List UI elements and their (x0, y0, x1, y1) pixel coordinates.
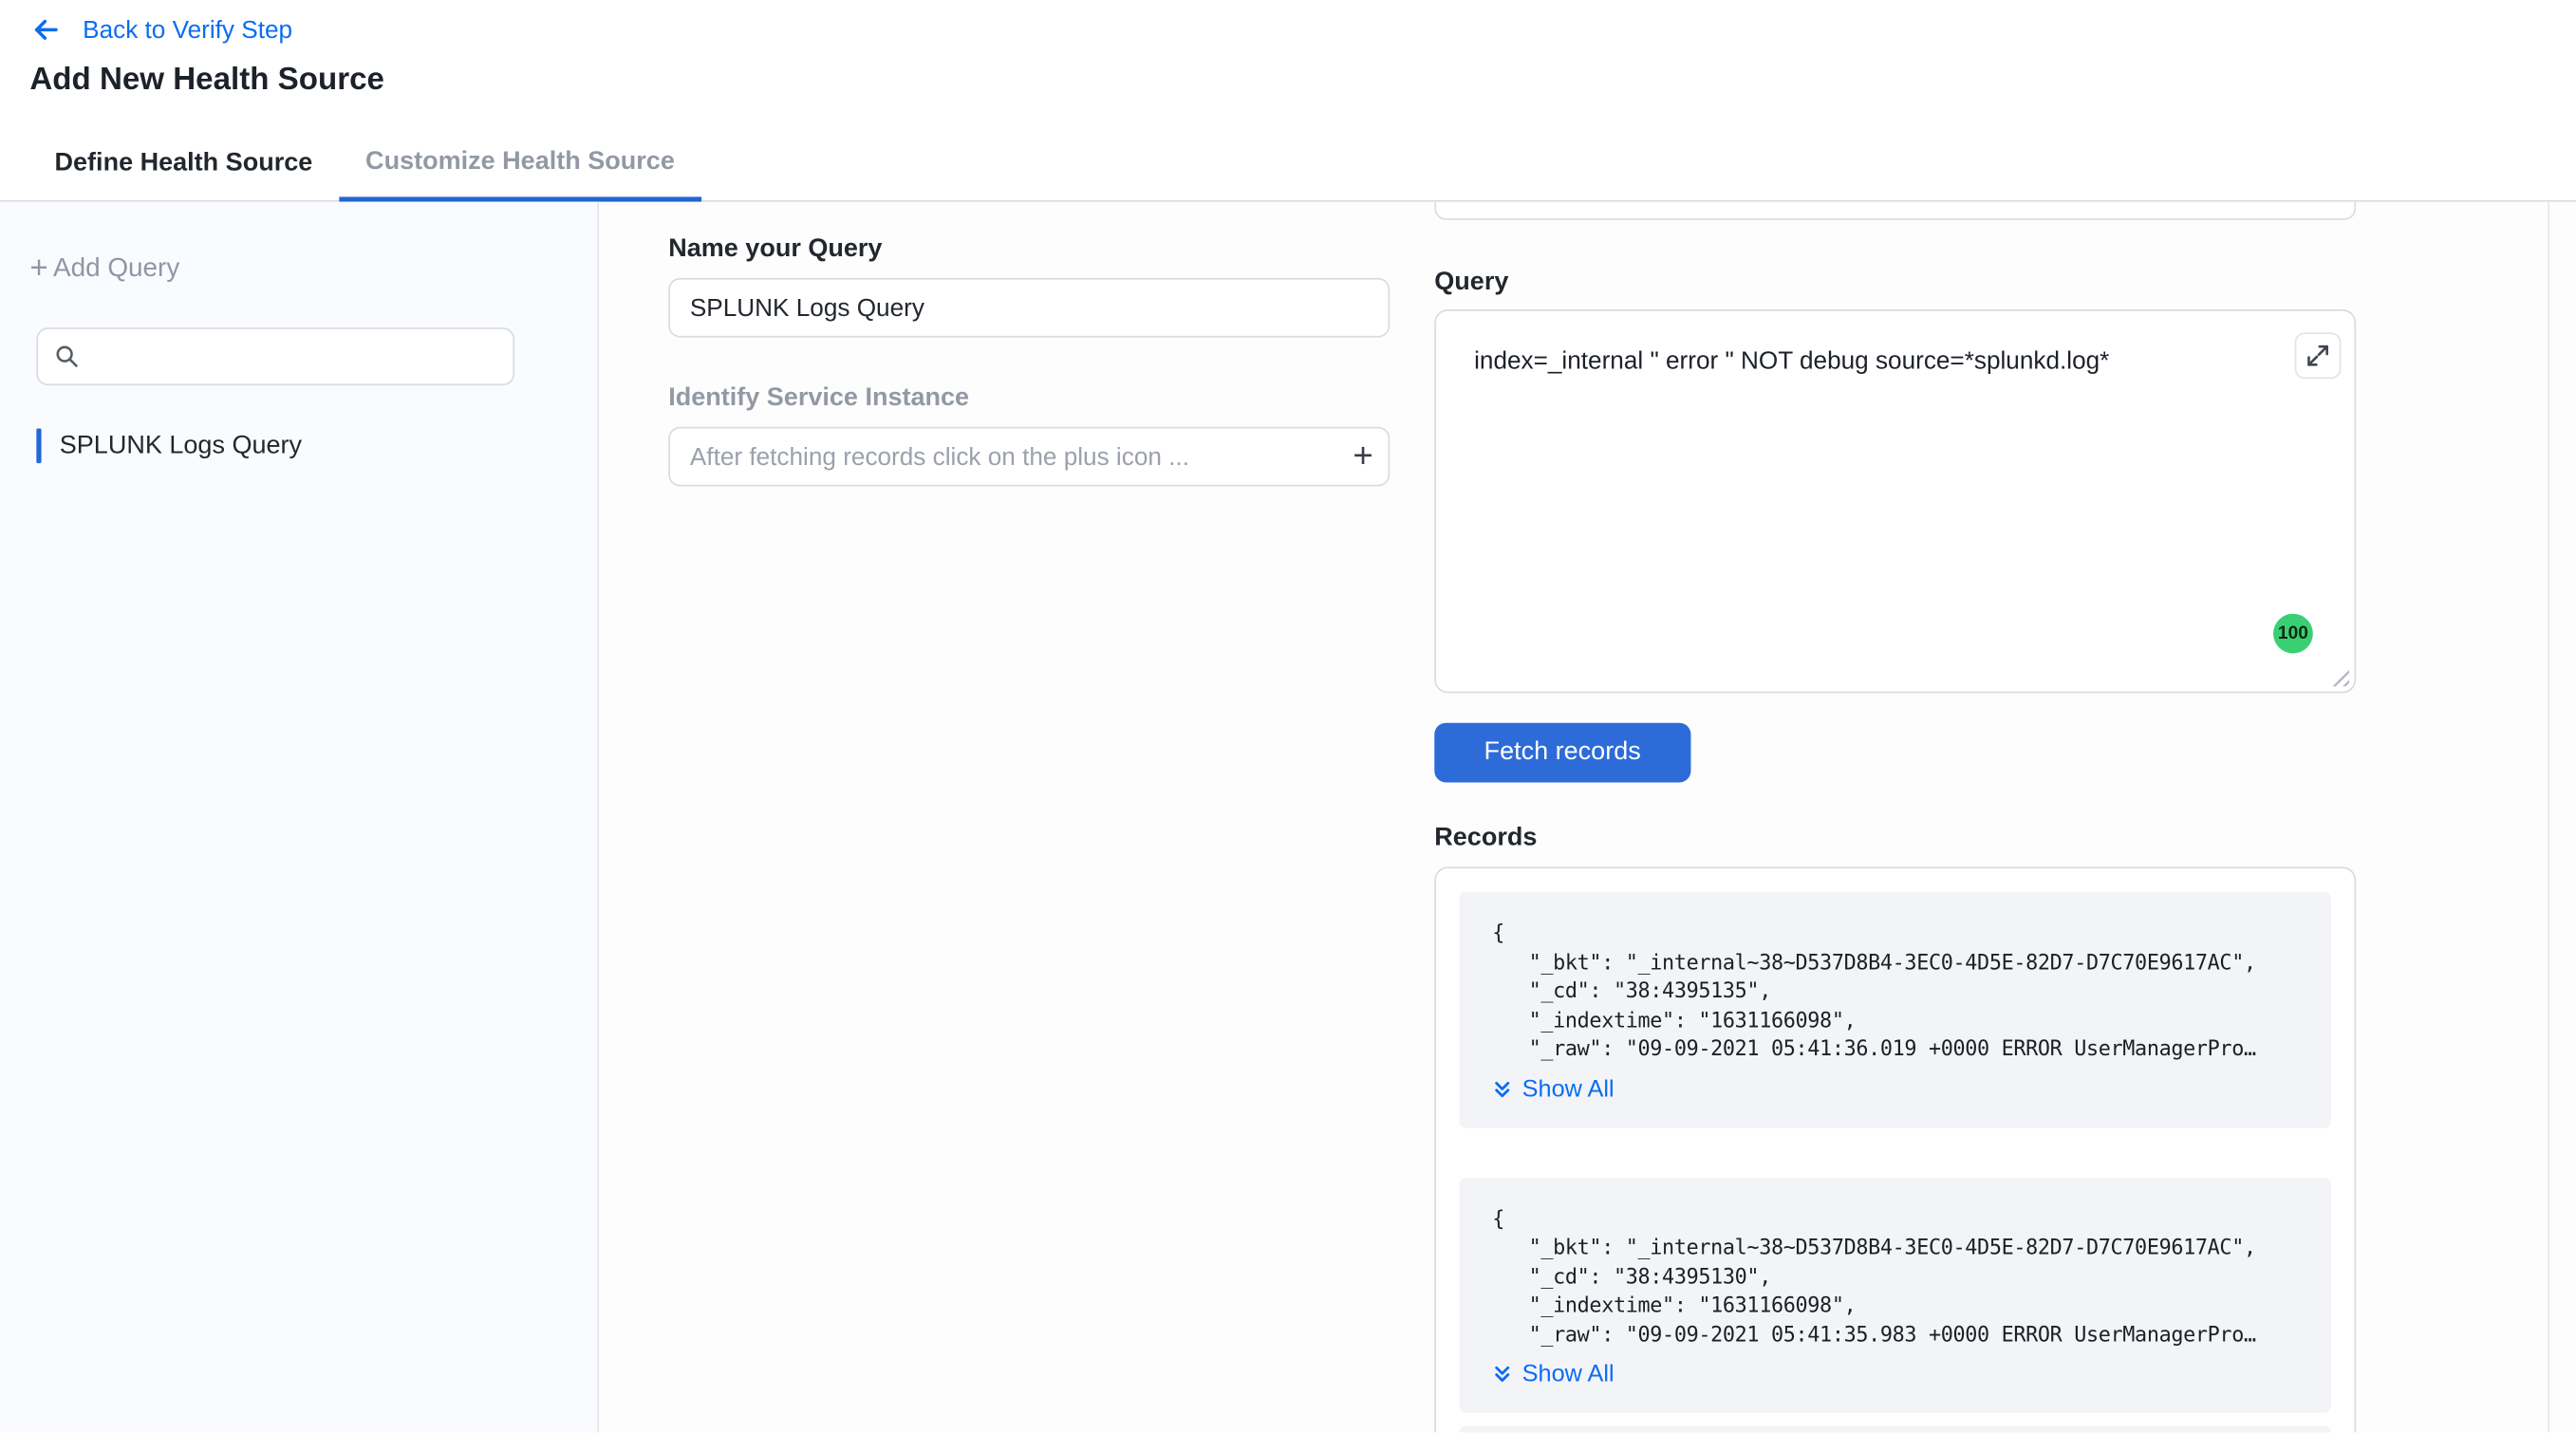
page-title: Add New Health Source (29, 63, 2576, 99)
resize-grip-icon[interactable] (2331, 668, 2349, 686)
plus-icon: + (29, 252, 47, 284)
double-chevron-down-icon (1492, 1365, 1512, 1385)
page-header: Back to Verify Step Add New Health Sourc… (0, 0, 2576, 100)
add-service-instance-icon[interactable]: + (1353, 439, 1372, 475)
expand-query-button[interactable] (2295, 332, 2342, 379)
show-all-link[interactable]: Show All (1492, 1076, 1614, 1103)
query-name-input[interactable] (668, 278, 1390, 338)
query-search-box (36, 327, 514, 385)
expand-icon (2305, 343, 2331, 369)
records-count-badge: 100 (2273, 614, 2313, 654)
show-all-label: Show All (1522, 1362, 1615, 1388)
query-sidebar: + Add Query SPLUNK Logs Query (0, 202, 599, 1433)
tab-define-health-source[interactable]: Define Health Source (28, 127, 340, 200)
back-link-label: Back to Verify Step (83, 16, 292, 45)
app-root: Back to Verify Step Add New Health Sourc… (0, 0, 2576, 1433)
tab-customize-health-source[interactable]: Customize Health Source (339, 127, 701, 201)
service-instance-label: Identify Service Instance (668, 383, 1434, 413)
show-all-label: Show All (1522, 1076, 1615, 1103)
record-json: { "_bkt": "_internal~38~D537D8B4-3EC0-4D… (1492, 1203, 2298, 1349)
service-instance-field: + (668, 427, 1390, 487)
content-area: + Add Query SPLUNK Logs Query Name your … (0, 202, 2576, 1433)
back-arrow-icon (29, 13, 63, 47)
back-link[interactable]: Back to Verify Step (29, 11, 2576, 47)
selected-query-indicator (36, 428, 41, 463)
search-icon (55, 344, 80, 369)
records-panel: { "_bkt": "_internal~38~D537D8B4-3EC0-4D… (1434, 866, 2356, 1432)
query-panel-column: Query index=_internal " error " NOT debu… (1434, 202, 2356, 1433)
record-item: { "_bkt": "_internal~38~D537D8B4-3EC0-4D… (1459, 1177, 2331, 1412)
record-item: { "_bkt": "_internal~38~D537D8B4-3EC0-4D… (1459, 892, 2331, 1127)
query-item-label: SPLUNK Logs Query (60, 431, 302, 460)
double-chevron-down-icon (1492, 1079, 1512, 1099)
search-input[interactable] (93, 344, 496, 370)
clipped-field-above[interactable] (1434, 202, 2356, 220)
show-all-link[interactable]: Show All (1492, 1362, 1614, 1388)
record-json: { "_bkt": "_internal~38~D537D8B4-3EC0-4D… (1492, 918, 2298, 1063)
query-textarea[interactable]: index=_internal " error " NOT debug sour… (1434, 309, 2356, 693)
sidebar-item-splunk-logs-query[interactable]: SPLUNK Logs Query (36, 428, 561, 463)
query-label: Query (1434, 268, 2356, 297)
name-query-label: Name your Query (668, 235, 1434, 265)
query-form-column: Name your Query Identify Service Instanc… (599, 202, 1434, 1433)
fetch-records-button[interactable]: Fetch records (1434, 723, 1690, 783)
add-query-label: Add Query (53, 254, 179, 284)
records-label: Records (1434, 824, 2356, 853)
right-gutter (2356, 202, 2576, 1433)
tab-bar: Define Health Source Customize Health So… (0, 127, 2576, 201)
service-instance-input[interactable] (668, 427, 1390, 487)
query-text: index=_internal " error " NOT debug sour… (1474, 347, 2109, 376)
add-query-button[interactable]: + Add Query (29, 254, 561, 284)
record-item-clipped (1459, 1426, 2331, 1433)
